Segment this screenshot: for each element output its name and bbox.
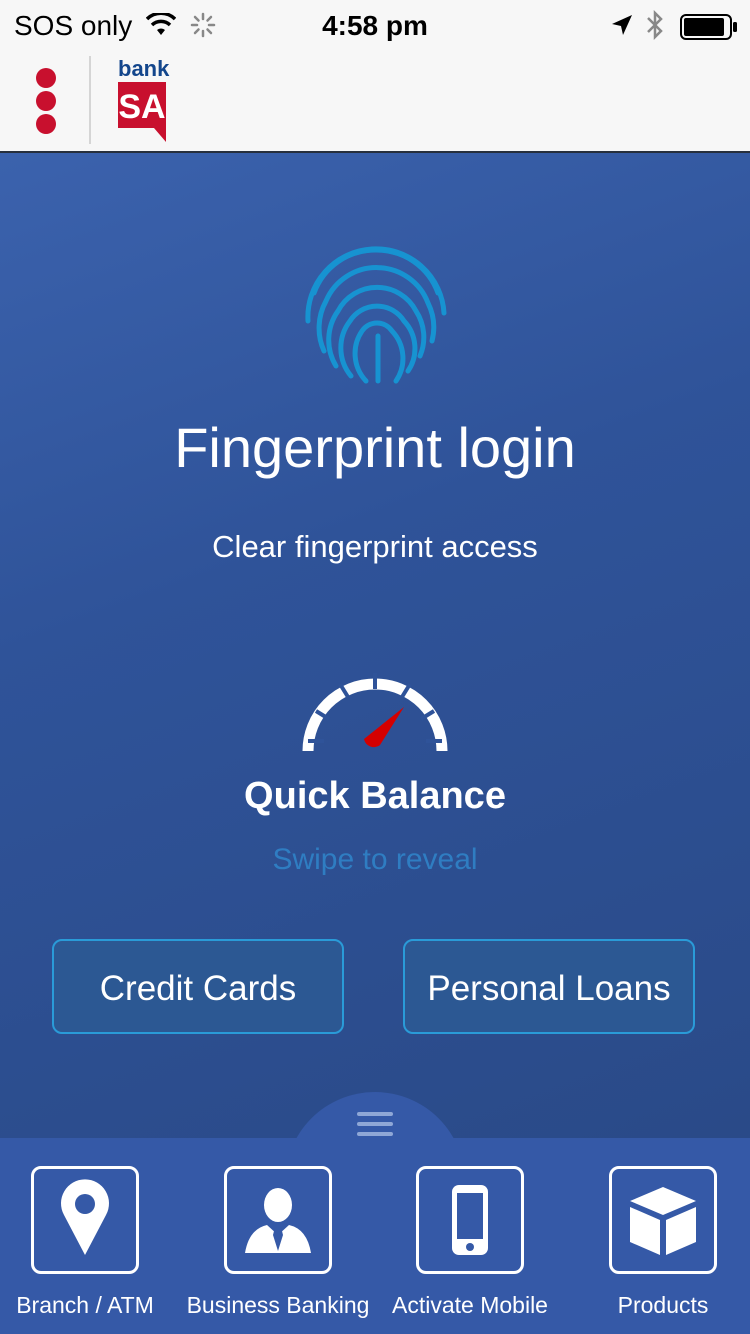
menu-dot xyxy=(36,68,56,88)
tab-label: Business Banking xyxy=(186,1292,370,1318)
tab-activate-mobile[interactable]: Activate Mobile xyxy=(374,1166,566,1319)
menu-button[interactable] xyxy=(36,68,58,134)
status-bar: SOS only 4:58 pm xyxy=(0,0,750,52)
logo-word: bank xyxy=(118,56,170,81)
box-icon xyxy=(609,1166,717,1274)
location-arrow-icon xyxy=(610,12,634,44)
personal-loans-button[interactable]: Personal Loans xyxy=(403,939,695,1034)
credit-cards-button[interactable]: Credit Cards xyxy=(52,939,344,1034)
tab-label: Branch / ATM xyxy=(16,1292,154,1318)
battery-icon xyxy=(680,14,738,47)
clock-time: 4:58 pm xyxy=(322,10,428,41)
swipe-to-reveal-hint[interactable]: Swipe to reveal xyxy=(0,843,750,877)
business-person-icon xyxy=(224,1166,332,1274)
tab-products[interactable]: Products xyxy=(567,1166,750,1319)
logo-letters: SA xyxy=(118,88,165,126)
tab-label: Activate Mobile xyxy=(392,1292,548,1318)
banksa-logo: bank SA xyxy=(116,56,172,142)
bottom-tab-bar: Branch / ATM Business Banking Activate M… xyxy=(0,1138,750,1334)
logo-flag: SA xyxy=(118,82,166,142)
clear-fingerprint-link[interactable]: Clear fingerprint access xyxy=(0,529,750,565)
tab-business-banking[interactable]: Business Banking xyxy=(182,1166,374,1319)
fingerprint-icon[interactable] xyxy=(296,231,456,396)
main-panel: Fingerprint login Clear fingerprint acce… xyxy=(0,153,750,1138)
mobile-phone-icon xyxy=(416,1166,524,1274)
tab-branch-atm[interactable]: Branch / ATM xyxy=(0,1166,181,1319)
bluetooth-icon xyxy=(644,9,666,47)
header-divider xyxy=(89,56,91,144)
app-header: bank SA xyxy=(0,52,750,153)
quick-balance-title: Quick Balance xyxy=(244,775,506,817)
page-title: Fingerprint login xyxy=(174,416,576,479)
menu-dot xyxy=(36,91,56,111)
map-pin-icon xyxy=(31,1166,139,1274)
menu-dot xyxy=(36,114,56,134)
speedometer-icon xyxy=(298,651,452,760)
tab-label: Products xyxy=(617,1292,709,1318)
